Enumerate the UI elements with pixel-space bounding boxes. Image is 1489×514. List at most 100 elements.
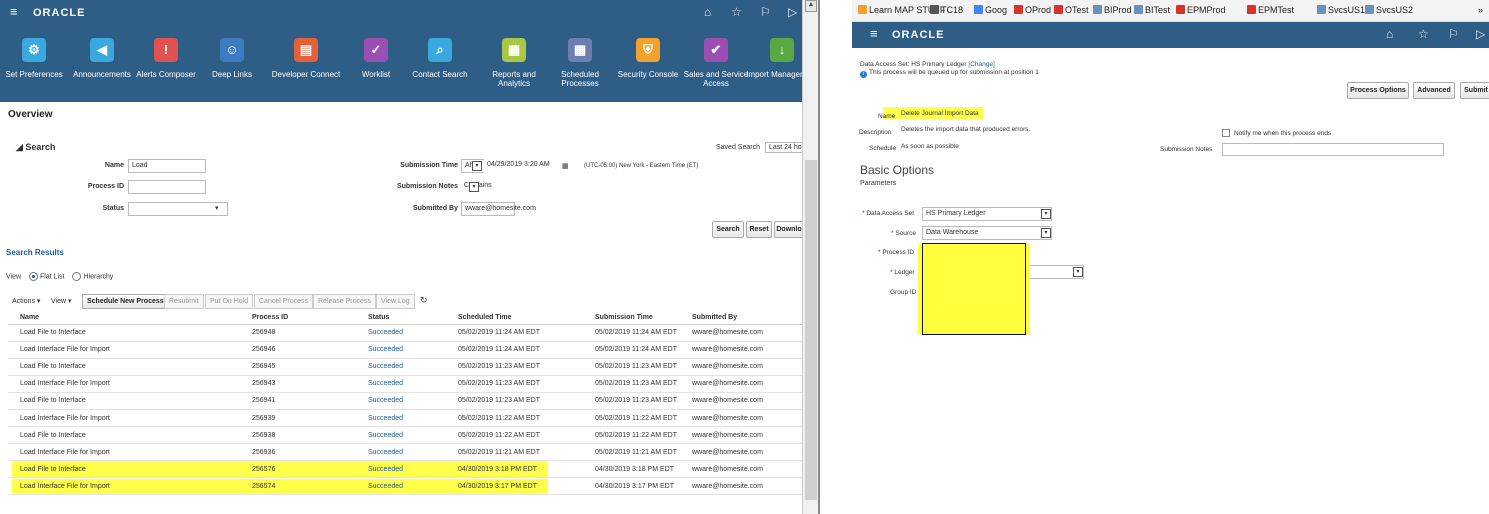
play-icon[interactable]: ▷ <box>1476 27 1485 41</box>
flag-icon[interactable]: ⚐ <box>1448 27 1459 41</box>
nav-item[interactable]: ⌕ Contact Search <box>404 38 476 79</box>
oracle-logo[interactable]: ORACLE <box>33 7 85 19</box>
status-dropdown-icon[interactable]: ▾ <box>215 204 219 212</box>
bookmark-item[interactable]: OTest <box>1054 5 1089 15</box>
column-header-name[interactable]: Name <box>8 312 240 325</box>
menu-icon[interactable]: ≡ <box>870 27 878 41</box>
release-process-button[interactable]: Release Process <box>313 294 376 309</box>
notes-dropdown-icon[interactable]: ▾ <box>469 182 479 192</box>
ledger-dropdown-icon[interactable]: ▾ <box>1073 267 1083 277</box>
table-row[interactable]: Load Interface File for Import 256936 Succ… <box>8 443 804 462</box>
submission-notes-input[interactable] <box>1222 143 1444 156</box>
status-link[interactable]: Succeeded <box>356 341 446 359</box>
bookmark-item[interactable]: EPMTest <box>1247 5 1294 15</box>
operator-dropdown-icon[interactable]: ▾ <box>472 161 482 171</box>
nav-item[interactable]: ▦ Reports and Analytics <box>478 38 550 88</box>
favorites-star-icon[interactable]: ☆ <box>1418 27 1429 41</box>
column-header-submission-time[interactable]: Submission Time <box>583 312 680 325</box>
bookmark-item[interactable]: BITest <box>1134 5 1170 15</box>
bookmark-item[interactable]: BIProd <box>1093 5 1132 15</box>
nav-item[interactable]: ⚙ Set Preferences <box>0 38 70 79</box>
status-link[interactable]: Succeeded <box>356 358 446 376</box>
search-section-header[interactable]: ◢ Search <box>16 142 55 153</box>
vertical-scrollbar[interactable]: ▲ <box>802 0 818 514</box>
submission-time-input[interactable]: 04/29/2019 3:20 AM <box>484 159 554 173</box>
change-link[interactable]: [Change] <box>968 61 994 68</box>
nav-item[interactable]: ◀ Announcements <box>66 38 138 79</box>
table-row[interactable]: Load File to Interface 256941 Succeeded 05/… <box>8 392 804 410</box>
bookmark-item[interactable]: SvcsUS2 <box>1365 5 1413 15</box>
timezone-text: (UTC-05:00) New York - Eastern Time (ET) <box>584 163 699 169</box>
hierarchy-radio[interactable] <box>72 272 82 281</box>
nav-item[interactable]: ▦ Scheduled Processes <box>544 38 616 88</box>
status-link[interactable]: Succeeded <box>356 324 446 342</box>
table-row[interactable]: Load File to Interface 256938 Succeeded 05/… <box>8 426 804 445</box>
view-menu[interactable]: View ▾ <box>51 297 72 305</box>
status-link[interactable]: Succeeded <box>356 443 446 462</box>
bookmark-item[interactable]: TC18 <box>930 5 963 15</box>
nav-item[interactable]: ⛨ Security Console <box>612 38 684 79</box>
nav-item[interactable]: ▤ Developer Connect <box>270 38 342 79</box>
table-row[interactable]: Load Interface File for Import 256946 Succ… <box>8 341 804 359</box>
source-select[interactable]: Data Warehouse <box>922 226 1052 240</box>
calendar-icon[interactable]: ▦ <box>562 162 569 170</box>
table-row[interactable]: Load File to Interface 256948 Succeeded 05/… <box>8 324 804 342</box>
flat-list-radio[interactable] <box>29 272 38 281</box>
nav-item[interactable]: ! Alerts Composer <box>130 38 202 79</box>
scroll-up-icon[interactable]: ▲ <box>805 0 817 12</box>
source-dropdown-icon[interactable]: ▾ <box>1041 228 1051 238</box>
status-link[interactable]: Succeeded <box>356 375 446 393</box>
bookmark-item[interactable]: EPMProd <box>1176 5 1226 15</box>
status-select[interactable] <box>128 202 228 216</box>
process-id-input[interactable] <box>128 180 206 194</box>
put-on-hold-button[interactable]: Put On Hold <box>205 294 254 309</box>
reset-button[interactable]: Reset <box>746 221 772 238</box>
flag-icon[interactable]: ⚐ <box>760 5 771 19</box>
table-row[interactable]: Load Interface File for Import 256574 Succ… <box>8 477 804 496</box>
submit-button[interactable]: Submit <box>1460 82 1489 99</box>
nav-item[interactable]: ✓ Worklist <box>340 38 412 79</box>
submitted-by-input[interactable]: wware@homesite.com <box>461 202 536 216</box>
bookmark-label: Goog <box>985 5 1008 15</box>
schedule-new-process-button[interactable]: Schedule New Process <box>82 294 169 309</box>
home-icon[interactable]: ⌂ <box>1386 27 1393 41</box>
search-button[interactable]: Search <box>712 221 744 238</box>
column-header-scheduled-time[interactable]: Scheduled Time <box>446 312 583 325</box>
advanced-button[interactable]: Advanced <box>1413 82 1455 99</box>
resubmit-button[interactable]: Resubmit <box>164 294 204 309</box>
more-bookmarks[interactable]: » <box>1478 5 1483 15</box>
data-access-dropdown-icon[interactable]: ▾ <box>1041 209 1051 219</box>
column-header-submitted-by[interactable]: Submitted By <box>680 312 804 325</box>
cancel-process-button[interactable]: Cancel Process <box>254 294 314 309</box>
nav-item[interactable]: ☺ Deep Links <box>196 38 268 79</box>
table-row[interactable]: Load File to Interface 256945 Succeeded 05/… <box>8 358 804 376</box>
status-link[interactable]: Succeeded <box>356 426 446 445</box>
bookmark-item[interactable]: SvcsUS1 <box>1317 5 1365 15</box>
data-access-set-select[interactable]: HS Primary Ledger <box>922 207 1052 221</box>
actions-menu[interactable]: Actions ▾ <box>12 297 40 305</box>
notify-checkbox[interactable] <box>1222 129 1230 137</box>
favorites-star-icon[interactable]: ☆ <box>731 5 742 19</box>
bookmark-item[interactable]: Goog <box>974 5 1007 15</box>
scroll-thumb[interactable] <box>805 160 817 500</box>
name-input[interactable]: Load <box>128 159 206 173</box>
refresh-icon[interactable]: ↻ <box>420 295 428 306</box>
nav-item[interactable]: ✔ Sales and Service Access <box>680 38 752 88</box>
bookmark-item[interactable]: OProd <box>1014 5 1051 15</box>
column-header-process-id[interactable]: Process ID <box>240 312 356 325</box>
view-log-button[interactable]: View Log <box>376 294 415 309</box>
status-link[interactable]: Succeeded <box>356 460 446 479</box>
play-icon[interactable]: ▷ <box>788 5 797 19</box>
table-row[interactable]: Load File to Interface 256576 Succeeded 04/… <box>8 460 804 479</box>
table-row[interactable]: Load Interface File for Import 256943 Succ… <box>8 375 804 393</box>
oracle-logo[interactable]: ORACLE <box>892 29 944 41</box>
home-icon[interactable]: ⌂ <box>704 5 711 19</box>
status-link[interactable]: Succeeded <box>356 392 446 410</box>
download-button[interactable]: Downlo <box>774 221 804 238</box>
menu-icon[interactable]: ≡ <box>10 5 18 19</box>
column-header-status[interactable]: Status <box>356 312 446 325</box>
table-row[interactable]: Load Interface File for Import 256939 Succ… <box>8 409 804 428</box>
process-options-button[interactable]: Process Options <box>1347 82 1409 99</box>
status-link[interactable]: Succeeded <box>356 477 446 496</box>
status-link[interactable]: Succeeded <box>356 409 446 428</box>
